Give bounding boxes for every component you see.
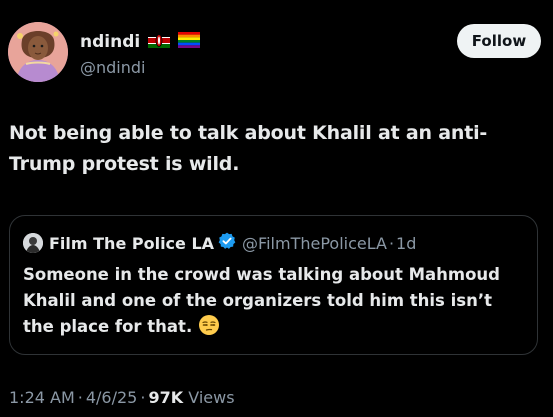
follow-button[interactable]: Follow	[457, 24, 541, 58]
author-display-name[interactable]: ndindi	[80, 30, 140, 54]
tweet: ndindi @ndindi Follow Not being able to …	[0, 0, 553, 417]
quoted-avatar-illustration-icon	[23, 233, 43, 253]
quoted-author-display-name[interactable]: Film The Police LA	[49, 234, 214, 253]
avatar[interactable]	[8, 22, 68, 82]
tweet-time[interactable]: 1:24 AM	[9, 388, 75, 407]
author-handle[interactable]: @ndindi	[80, 57, 145, 79]
quoted-author-handle[interactable]: @FilmThePoliceLA	[242, 234, 387, 253]
tweet-text: Not being able to talk about Khalil at a…	[9, 122, 488, 175]
tweet-metadata: 1:24 AM · 4/6/25 · 97K Views	[9, 388, 235, 407]
unamused-face-icon	[198, 314, 220, 344]
quoted-tweet-header: Film The Police LA @FilmThePoliceLA · 1d	[23, 230, 416, 256]
meta-separator: ·	[77, 388, 83, 407]
meta-separator: ·	[140, 388, 146, 407]
views-count: 97K	[148, 388, 184, 407]
quoted-tweet-body: Someone in the crowd was talking about M…	[23, 265, 500, 336]
verified-badge-icon	[218, 232, 236, 254]
quoted-timestamp[interactable]: 1d	[396, 234, 416, 253]
quoted-tweet-card[interactable]: Film The Police LA @FilmThePoliceLA · 1d…	[9, 215, 538, 355]
rainbow-flag-icon	[178, 32, 201, 52]
quoted-separator: ·	[388, 233, 395, 253]
kenya-flag-icon	[148, 32, 171, 52]
quoted-tweet-text: Someone in the crowd was talking about M…	[23, 262, 528, 344]
views-label: Views	[188, 388, 235, 407]
quoted-author-avatar[interactable]	[23, 233, 43, 253]
avatar-illustration-icon	[8, 22, 68, 82]
author-name-row: ndindi	[80, 30, 201, 54]
tweet-date[interactable]: 4/6/25	[86, 388, 138, 407]
